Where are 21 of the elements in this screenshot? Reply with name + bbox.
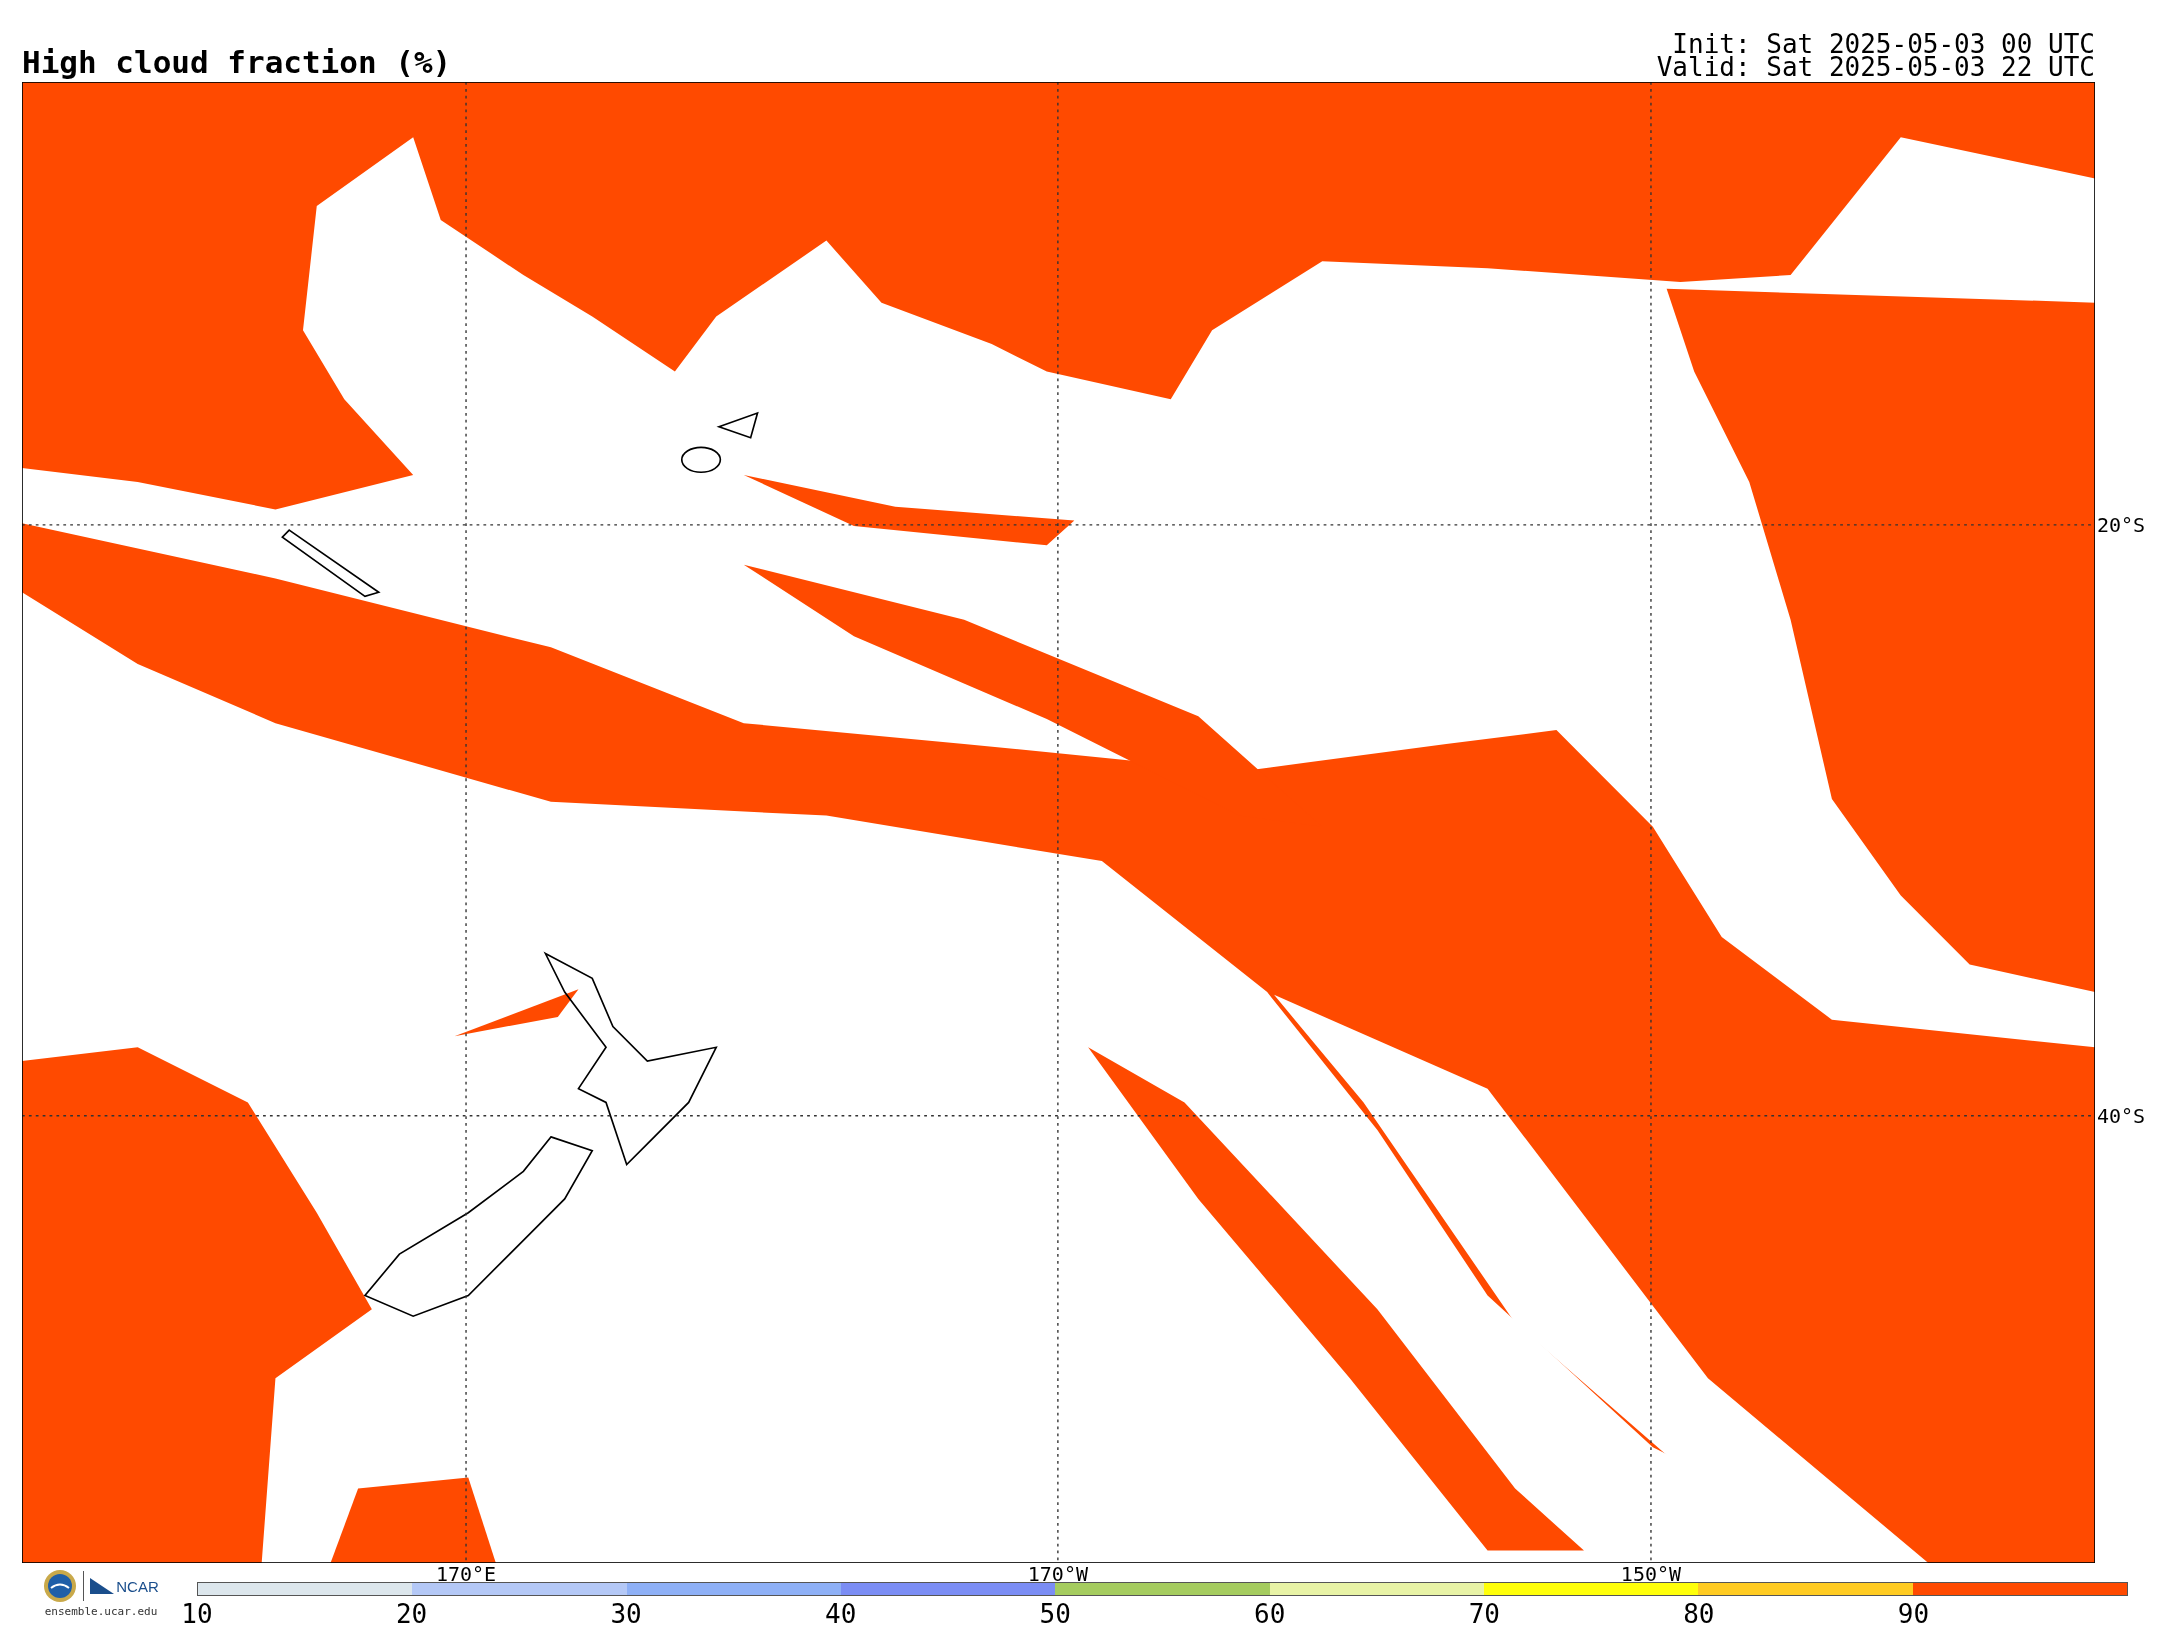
scale-tick-label: 90	[1897, 1601, 1930, 1626]
seal-icon	[43, 1569, 78, 1603]
scale-tick-label: 20	[395, 1601, 428, 1626]
latitude-label: 20°S	[2096, 513, 2146, 536]
longitude-label: 150°W	[1620, 1563, 1682, 1585]
scale-tick-label: 30	[610, 1601, 642, 1626]
longitude-label: 170°W	[1027, 1563, 1088, 1585]
valid-time: Valid: Sat 2025-05-03 22 UTC	[1656, 56, 2095, 79]
scale-tick-label: 60	[1254, 1601, 1286, 1626]
triangle-logo-icon	[90, 1578, 115, 1594]
logo-text: NCAR	[116, 1577, 159, 1595]
scale-tick-label: 50	[1039, 1601, 1071, 1626]
website-url: ensemble.ucar.edu	[44, 1605, 158, 1618]
scale-tick-label: 80	[1683, 1601, 1715, 1626]
scale-tick-label: 10	[181, 1601, 213, 1626]
plot-title: High cloud fraction (%)	[22, 45, 452, 79]
latitude-label: 40°S	[2096, 1104, 2146, 1127]
init-time: Init: Sat 2025-05-03 00 UTC	[1672, 33, 2095, 56]
longitude-label: 170°E	[435, 1563, 497, 1585]
scale-tick-label: 40	[825, 1601, 857, 1626]
scale-tick-label: 70	[1468, 1601, 1500, 1626]
